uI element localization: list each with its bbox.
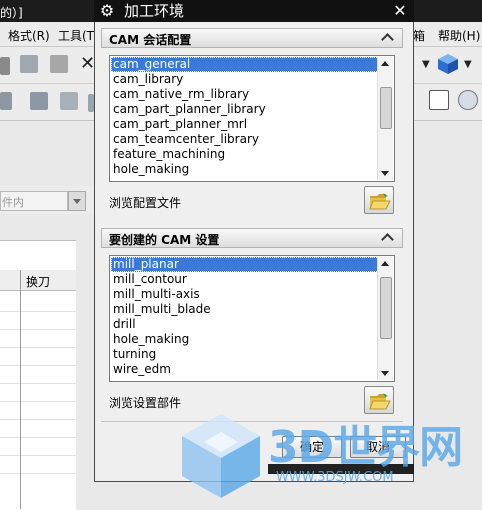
nav-row-divider bbox=[0, 473, 76, 474]
cube-icon[interactable] bbox=[436, 52, 460, 76]
browse-setup-button[interactable] bbox=[364, 386, 394, 414]
watermark-brand: 3D世界网 bbox=[268, 422, 463, 473]
dialog-title: 加工环境 bbox=[124, 2, 185, 20]
column-header-tool-change[interactable]: 换刀 bbox=[0, 270, 76, 291]
list-item[interactable]: wire_edm bbox=[111, 362, 379, 377]
list-item[interactable]: mill_planar bbox=[111, 257, 379, 272]
list-item[interactable]: cam_part_planner_mrl bbox=[111, 117, 379, 132]
setup-listbox[interactable]: mill_planar mill_contour mill_multi-axis… bbox=[109, 255, 395, 382]
dropdown-arrow-icon-2[interactable]: ▼ bbox=[464, 59, 472, 70]
nav-row-divider bbox=[0, 419, 76, 420]
list-item[interactable]: mill_contour bbox=[111, 272, 379, 287]
list-item[interactable]: cam_part_planner_library bbox=[111, 102, 379, 117]
scroll-down-arrow-icon[interactable] bbox=[378, 166, 393, 180]
dropdown-arrow-icon[interactable]: ▼ bbox=[422, 59, 430, 70]
collapse-chevron-up-icon[interactable] bbox=[381, 30, 397, 46]
operation-icon-2[interactable] bbox=[30, 92, 48, 110]
clock-icon[interactable] bbox=[458, 90, 478, 110]
copy-icon[interactable] bbox=[20, 55, 38, 73]
menu-toolbox[interactable]: 箱 bbox=[413, 27, 425, 44]
nav-row-divider bbox=[0, 311, 76, 312]
operation-icon-1[interactable] bbox=[0, 92, 12, 110]
filter-select-value: 件内 bbox=[2, 196, 24, 209]
config-listbox[interactable]: cam_general cam_library cam_native_rm_li… bbox=[109, 55, 395, 182]
operation-icon-3[interactable] bbox=[60, 92, 78, 110]
filter-dropdown-arrow-icon[interactable] bbox=[68, 191, 86, 211]
nav-row-divider bbox=[0, 347, 76, 348]
scroll-thumb[interactable] bbox=[380, 277, 392, 339]
report-icon[interactable] bbox=[429, 90, 449, 110]
list-item[interactable]: cam_teamcenter_library bbox=[111, 132, 379, 147]
scroll-up-arrow-icon[interactable] bbox=[378, 57, 393, 71]
config-list: cam_general cam_library cam_native_rm_li… bbox=[111, 57, 379, 177]
filter-select[interactable]: 件内 bbox=[0, 191, 68, 211]
menu-tools[interactable]: 工具(T) bbox=[58, 27, 99, 44]
setup-list: mill_planar mill_contour mill_multi-axis… bbox=[111, 257, 379, 377]
gear-icon[interactable]: ⚙ bbox=[98, 2, 116, 20]
setup-scrollbar[interactable] bbox=[377, 257, 393, 380]
nav-row-divider bbox=[0, 455, 76, 456]
list-item[interactable]: mill_multi_blade bbox=[111, 302, 379, 317]
setup-group-title: 要创建的 CAM 设置 bbox=[109, 233, 220, 247]
nav-row-divider bbox=[0, 383, 76, 384]
list-item[interactable]: feature_machining bbox=[111, 147, 379, 162]
scroll-down-arrow-icon[interactable] bbox=[378, 366, 393, 380]
list-item[interactable]: mill_multi-axis bbox=[111, 287, 379, 302]
scroll-up-arrow-icon[interactable] bbox=[378, 257, 393, 271]
list-item[interactable]: drill bbox=[111, 317, 379, 332]
config-group-title: CAM 会话配置 bbox=[109, 33, 192, 47]
menu-help[interactable]: 帮助(H) bbox=[438, 27, 480, 44]
collapse-chevron-up-icon[interactable] bbox=[381, 230, 397, 246]
column-divider[interactable] bbox=[20, 270, 21, 509]
config-group-header[interactable]: CAM 会话配置 bbox=[101, 28, 403, 48]
nav-row-divider bbox=[0, 401, 76, 402]
nav-row-divider bbox=[0, 437, 76, 438]
paste-icon[interactable] bbox=[50, 55, 68, 73]
browse-setup-label: 浏览设置部件 bbox=[109, 396, 182, 410]
browse-config-button[interactable] bbox=[364, 186, 394, 214]
scroll-thumb[interactable] bbox=[380, 87, 392, 129]
nav-row-divider bbox=[0, 329, 76, 330]
open-folder-icon bbox=[369, 393, 391, 410]
list-item[interactable]: hole_making bbox=[111, 162, 379, 177]
open-folder-icon bbox=[369, 193, 391, 210]
column-header-label: 换刀 bbox=[26, 275, 51, 289]
list-item[interactable]: cam_native_rm_library bbox=[111, 87, 379, 102]
browse-config-label: 浏览配置文件 bbox=[109, 196, 182, 210]
list-item[interactable]: cam_library bbox=[111, 72, 379, 87]
list-item[interactable]: hole_making bbox=[111, 332, 379, 347]
list-item[interactable]: cam_general bbox=[111, 57, 379, 72]
nav-row-divider bbox=[0, 365, 76, 366]
app-title-fragment: 的）] bbox=[0, 6, 23, 20]
toolbar-edge-icon[interactable] bbox=[0, 57, 10, 75]
close-icon[interactable]: ✕ bbox=[391, 2, 409, 20]
watermark-url: WWW.3DSJW.COM bbox=[276, 470, 394, 485]
setup-group-header[interactable]: 要创建的 CAM 设置 bbox=[101, 228, 403, 248]
delete-icon[interactable]: ✕ bbox=[80, 53, 95, 74]
menu-format[interactable]: 格式(R) bbox=[8, 27, 50, 44]
list-item[interactable]: turning bbox=[111, 347, 379, 362]
config-scrollbar[interactable] bbox=[377, 57, 393, 180]
watermark-cube-logo bbox=[182, 414, 260, 498]
